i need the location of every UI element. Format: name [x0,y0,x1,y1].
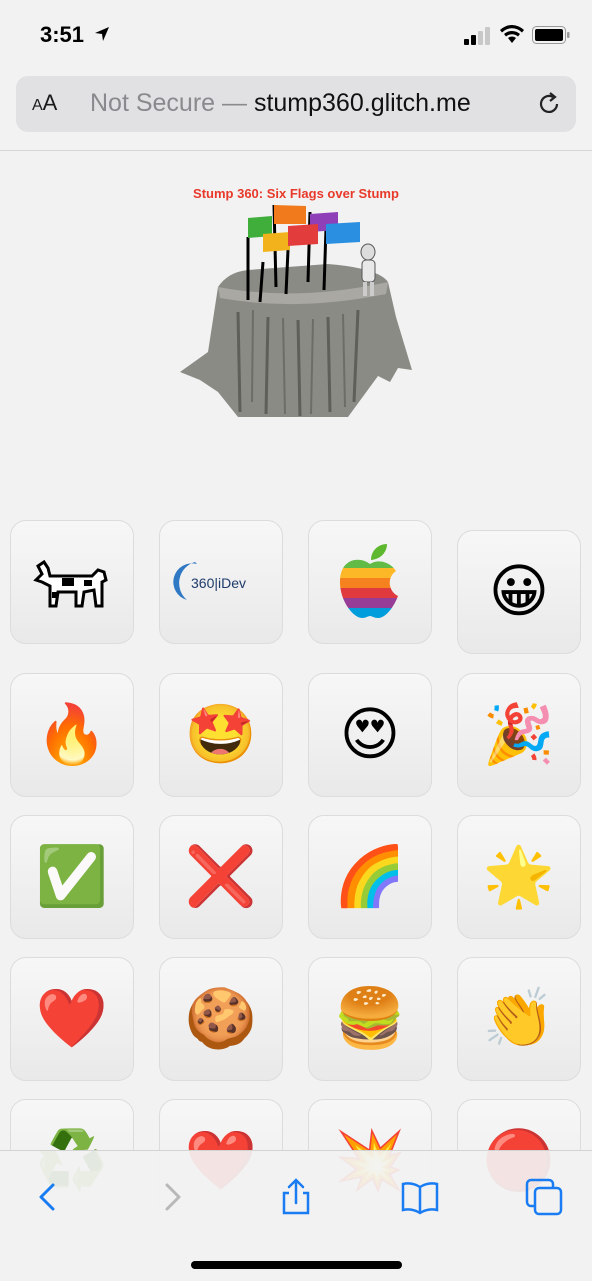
url-display[interactable]: Not Secure — stump360.glitch.me [90,89,471,118]
360idev-logo-text: 360|iDev [191,575,246,591]
hamburger-emoji: 🍔 [333,986,407,1051]
star-struck-emoji: 🤩 [184,702,258,767]
home-indicator [191,1261,402,1269]
location-arrow-icon [95,27,109,41]
heart-eyes-emoji: 😍 [339,702,401,767]
reader-options-button[interactable]: AA [32,90,57,116]
360idev-logo-icon: 360|iDev [173,558,246,606]
rainbow-apple-icon [339,544,398,618]
rainbow-emoji: 🌈 [333,844,407,909]
glowing-star-emoji: 🌟 [482,844,556,909]
tile-clapping-hands[interactable]: 👏 [457,957,581,1081]
cross-mark-emoji: ❌ [184,844,258,909]
address-bar[interactable]: AA Not Secure — stump360.glitch.me [16,76,576,132]
tile-rainbow-apple-logo[interactable] [308,520,432,644]
battery-icon [532,26,570,44]
tile-dogcow[interactable] [10,520,134,644]
clapping-hands-emoji: 👏 [482,986,556,1051]
status-time: 3:51 [40,22,85,47]
tile-hamburger[interactable]: 🍔 [308,957,432,1081]
forward-icon[interactable] [152,1177,192,1217]
tile-fire[interactable]: 🔥 [10,673,134,797]
back-icon[interactable] [28,1177,68,1217]
tile-red-heart[interactable]: ❤️ [10,957,134,1081]
tile-360idev-logo[interactable]: 360|iDev [159,520,283,644]
header-divider [0,150,592,151]
tile-star-struck[interactable]: 🤩 [159,673,283,797]
cellular-signal-icon [464,27,490,45]
tile-check-mark[interactable]: ✅ [10,815,134,939]
hero-image: Stump 360: Six Flags over Stump [178,180,418,420]
tile-grinning-face[interactable]: 😀 [457,530,581,654]
bookmarks-icon[interactable] [400,1177,440,1217]
red-heart-emoji: ❤️ [35,986,109,1051]
share-icon[interactable] [276,1177,316,1217]
reload-icon[interactable] [536,91,562,117]
check-mark-emoji: ✅ [35,844,109,909]
stump-with-flags-illustration [180,204,412,417]
cookie-emoji: 🍪 [184,986,258,1051]
tabs-icon[interactable] [524,1177,564,1217]
wifi-icon [500,25,524,43]
tile-cookie[interactable]: 🍪 [159,957,283,1081]
status-bar: 3:51 [0,0,592,70]
tile-rainbow[interactable]: 🌈 [308,815,432,939]
hero-title: Stump 360: Six Flags over Stump [193,186,399,201]
not-secure-label: Not Secure — [90,89,254,117]
url-domain: stump360.glitch.me [253,89,471,117]
tile-glowing-star[interactable]: 🌟 [457,815,581,939]
tile-party-popper[interactable]: 🎉 [457,673,581,797]
grinning-face-emoji: 😀 [488,559,550,624]
fire-emoji: 🔥 [35,702,109,767]
dogcow-icon [33,559,108,608]
tile-cross-mark[interactable]: ❌ [159,815,283,939]
party-popper-emoji: 🎉 [482,702,556,767]
tile-heart-eyes[interactable]: 😍 [308,673,432,797]
